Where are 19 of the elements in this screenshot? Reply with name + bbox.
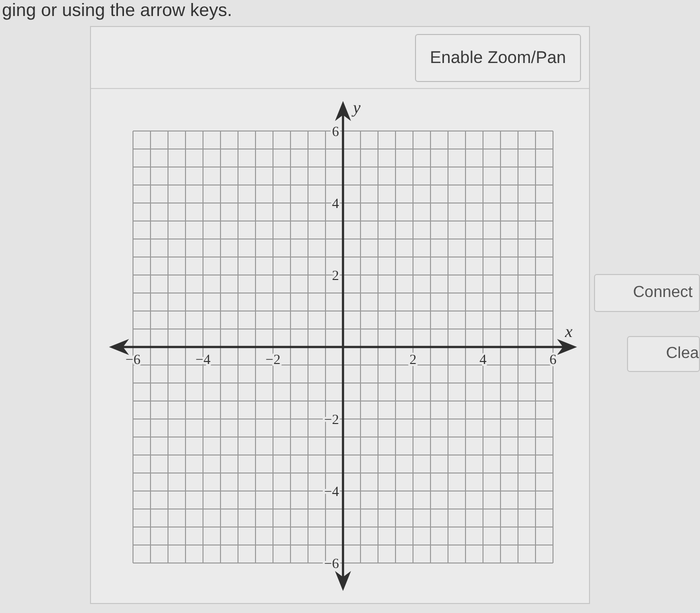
enable-zoom-pan-button[interactable]: Enable Zoom/Pan [414,34,581,82]
y-tick-label: 4 [332,197,339,212]
x-tick-label: 4 [480,353,486,368]
x-tick-label: −4 [196,353,210,368]
x-tick-label: −6 [126,353,140,368]
clear-button[interactable]: Clea [627,336,700,372]
y-axis-label: y [353,98,361,117]
coordinate-plane[interactable]: −6 −4 −2 2 4 6 6 4 2 −2 −4 −6 x y [101,97,581,597]
x-axis-label: x [565,322,573,341]
y-tick-label: 6 [332,125,339,140]
x-tick-label: −2 [266,353,280,368]
x-tick-label: 2 [410,353,416,368]
instruction-text: ging or using the arrow keys. [1,0,232,20]
y-tick-label: 2 [332,269,339,284]
y-tick-label: −6 [324,557,339,572]
y-tick-label: −2 [324,413,339,428]
connect-button[interactable]: Connect [594,274,700,312]
y-tick-label: −4 [324,485,339,500]
x-tick-label: 6 [550,353,556,368]
